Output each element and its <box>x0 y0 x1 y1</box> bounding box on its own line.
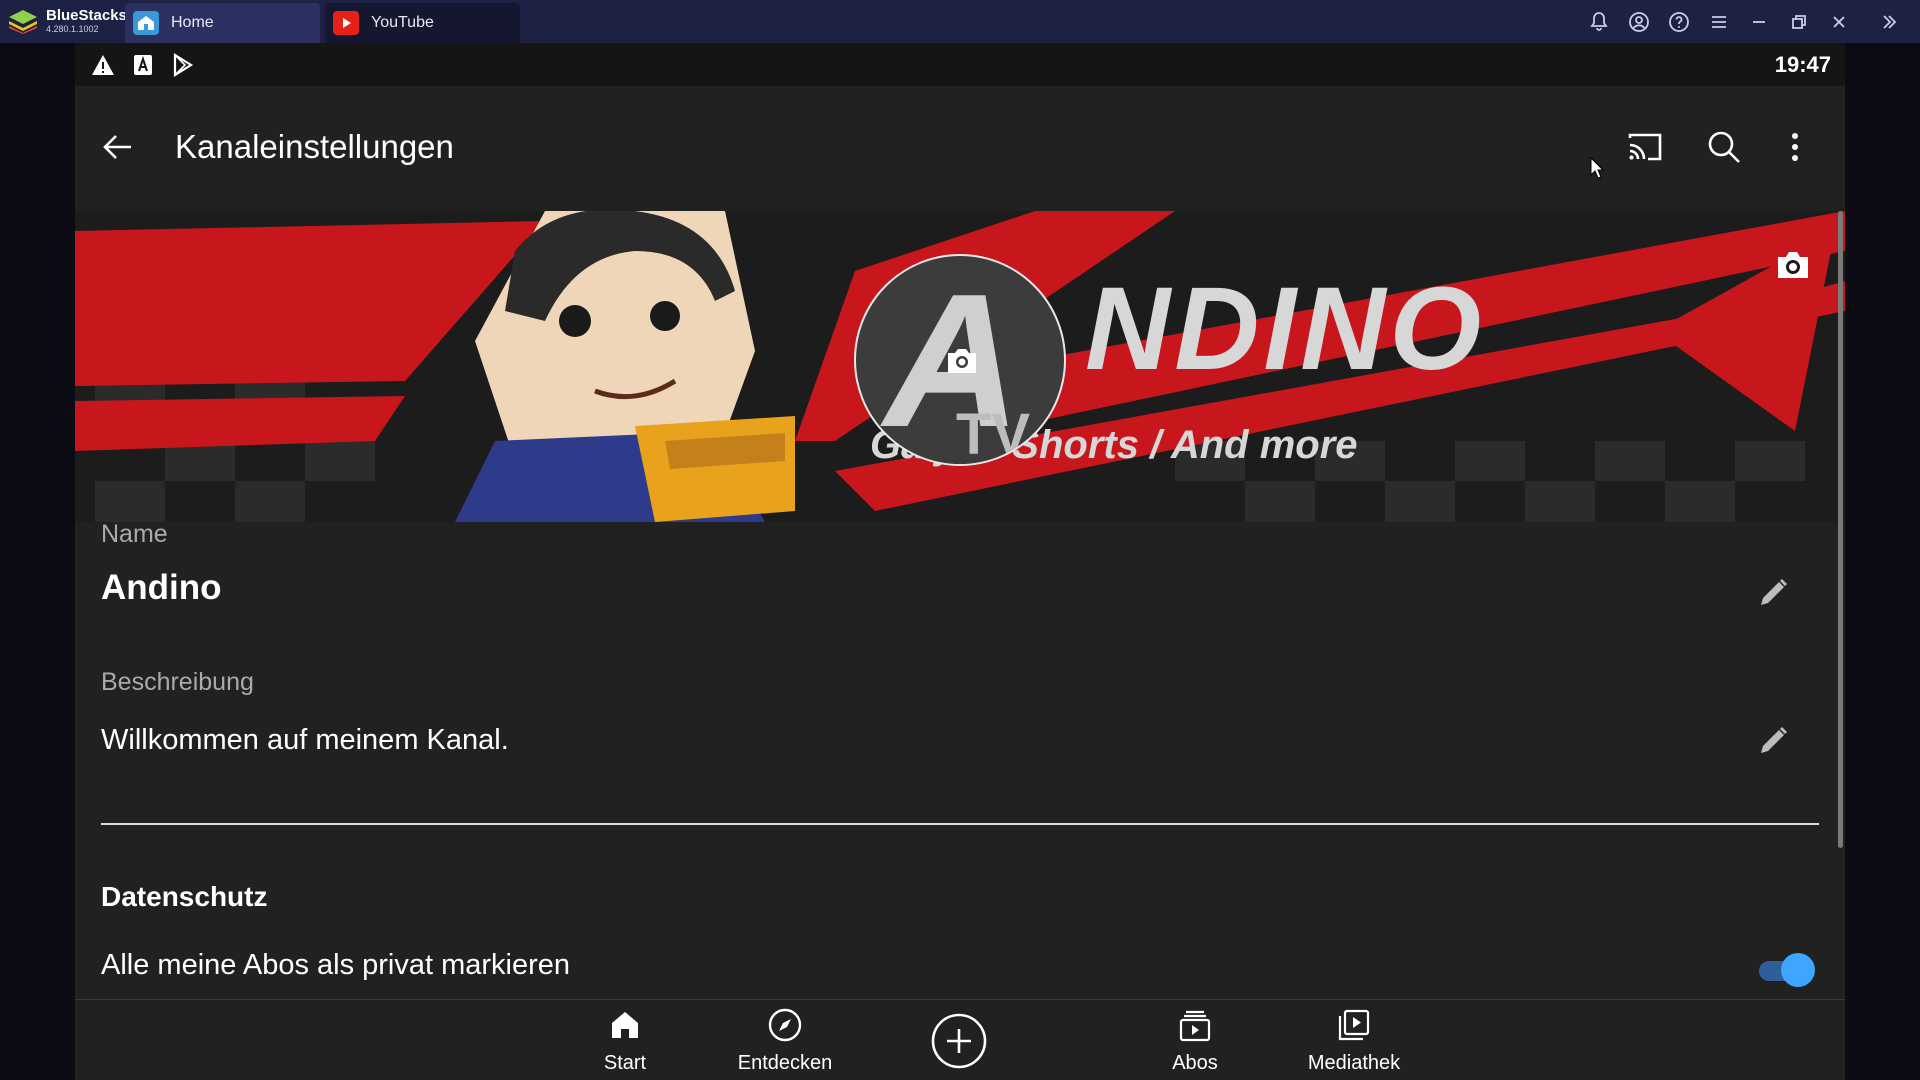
font-icon <box>134 55 152 75</box>
divider <box>101 823 1819 825</box>
warning-icon <box>92 55 114 75</box>
bottom-navigation: Start Entdecken Abos Mediathek <box>75 999 1845 1080</box>
app-version: 4.280.1.1002 <box>46 24 99 34</box>
tab-youtube-label: YouTube <box>371 14 434 31</box>
banner-camera-icon[interactable] <box>1774 249 1812 281</box>
add-icon[interactable] <box>930 1012 988 1070</box>
app-bar: Kanaleinstellungen <box>75 86 1845 211</box>
toggle-knob <box>1781 953 1815 987</box>
nav-subscriptions-label: Abos <box>1172 1052 1218 1074</box>
account-icon[interactable] <box>1627 10 1651 34</box>
edit-description-pencil-icon[interactable] <box>1755 723 1791 759</box>
subscriptions-icon <box>1179 1010 1211 1042</box>
youtube-tab-icon <box>333 11 359 35</box>
edit-name-pencil-icon[interactable] <box>1755 575 1791 611</box>
description-label: Beschreibung <box>101 668 254 696</box>
android-screen: 19:47 Kanaleinstellungen NDINO Ga ys / S… <box>75 43 1845 1080</box>
bluestacks-logo-icon <box>9 10 37 34</box>
clock: 19:47 <box>1774 52 1831 77</box>
camera-icon[interactable] <box>944 346 980 376</box>
name-label: Name <box>101 520 168 548</box>
nav-library[interactable]: Mediathek <box>1284 1000 1424 1080</box>
channel-banner[interactable]: NDINO Ga ys / Shorts / And more A TV <box>75 211 1845 522</box>
expand-sidebar-icon[interactable] <box>1877 10 1901 34</box>
page-title: Kanaleinstellungen <box>175 128 454 165</box>
scrollbar[interactable] <box>1838 211 1843 848</box>
emulator-title-bar: BlueStacks 4.280.1.1002 Home YouTube <box>0 0 1920 43</box>
library-icon <box>1338 1009 1370 1041</box>
restore-icon[interactable] <box>1787 10 1811 34</box>
cast-icon[interactable] <box>1622 124 1668 170</box>
nav-library-label: Mediathek <box>1307 1052 1401 1074</box>
avatar-subtext: TV <box>956 402 1031 466</box>
app-name: BlueStacks <box>46 7 127 24</box>
home-icon <box>612 1012 638 1038</box>
more-vert-icon[interactable] <box>1772 124 1818 170</box>
menu-icon[interactable] <box>1707 10 1731 34</box>
tab-home-label: Home <box>171 14 214 31</box>
mouse-cursor-icon <box>1590 157 1604 179</box>
nav-subscriptions[interactable]: Abos <box>1125 1000 1265 1080</box>
bell-icon[interactable] <box>1587 10 1611 34</box>
tab-youtube[interactable]: YouTube <box>325 3 520 43</box>
explore-icon <box>768 1008 802 1042</box>
search-icon[interactable] <box>1701 124 1747 170</box>
tab-home[interactable]: Home <box>125 3 320 43</box>
play-store-icon <box>173 53 194 77</box>
private-subscriptions-toggle[interactable] <box>1759 950 1815 988</box>
nav-explore-label: Entdecken <box>737 1052 833 1074</box>
nav-start[interactable]: Start <box>555 1000 695 1080</box>
home-tab-icon <box>133 11 159 35</box>
close-icon[interactable] <box>1827 10 1851 34</box>
private-subscriptions-label: Alle meine Abos als privat markieren <box>101 949 571 981</box>
minimize-icon[interactable] <box>1747 10 1771 34</box>
privacy-heading: Datenschutz <box>101 881 268 912</box>
nav-explore[interactable]: Entdecken <box>715 1000 855 1080</box>
channel-description: Willkommen auf meinem Kanal. <box>101 724 509 756</box>
channel-avatar[interactable]: A TV <box>854 254 1066 466</box>
banner-title: NDINO <box>1085 263 1486 395</box>
back-arrow-icon[interactable] <box>95 124 141 170</box>
help-icon[interactable] <box>1667 10 1691 34</box>
channel-name: Andino <box>101 568 222 607</box>
android-status-bar: 19:47 <box>75 43 1845 86</box>
nav-start-label: Start <box>603 1052 647 1074</box>
